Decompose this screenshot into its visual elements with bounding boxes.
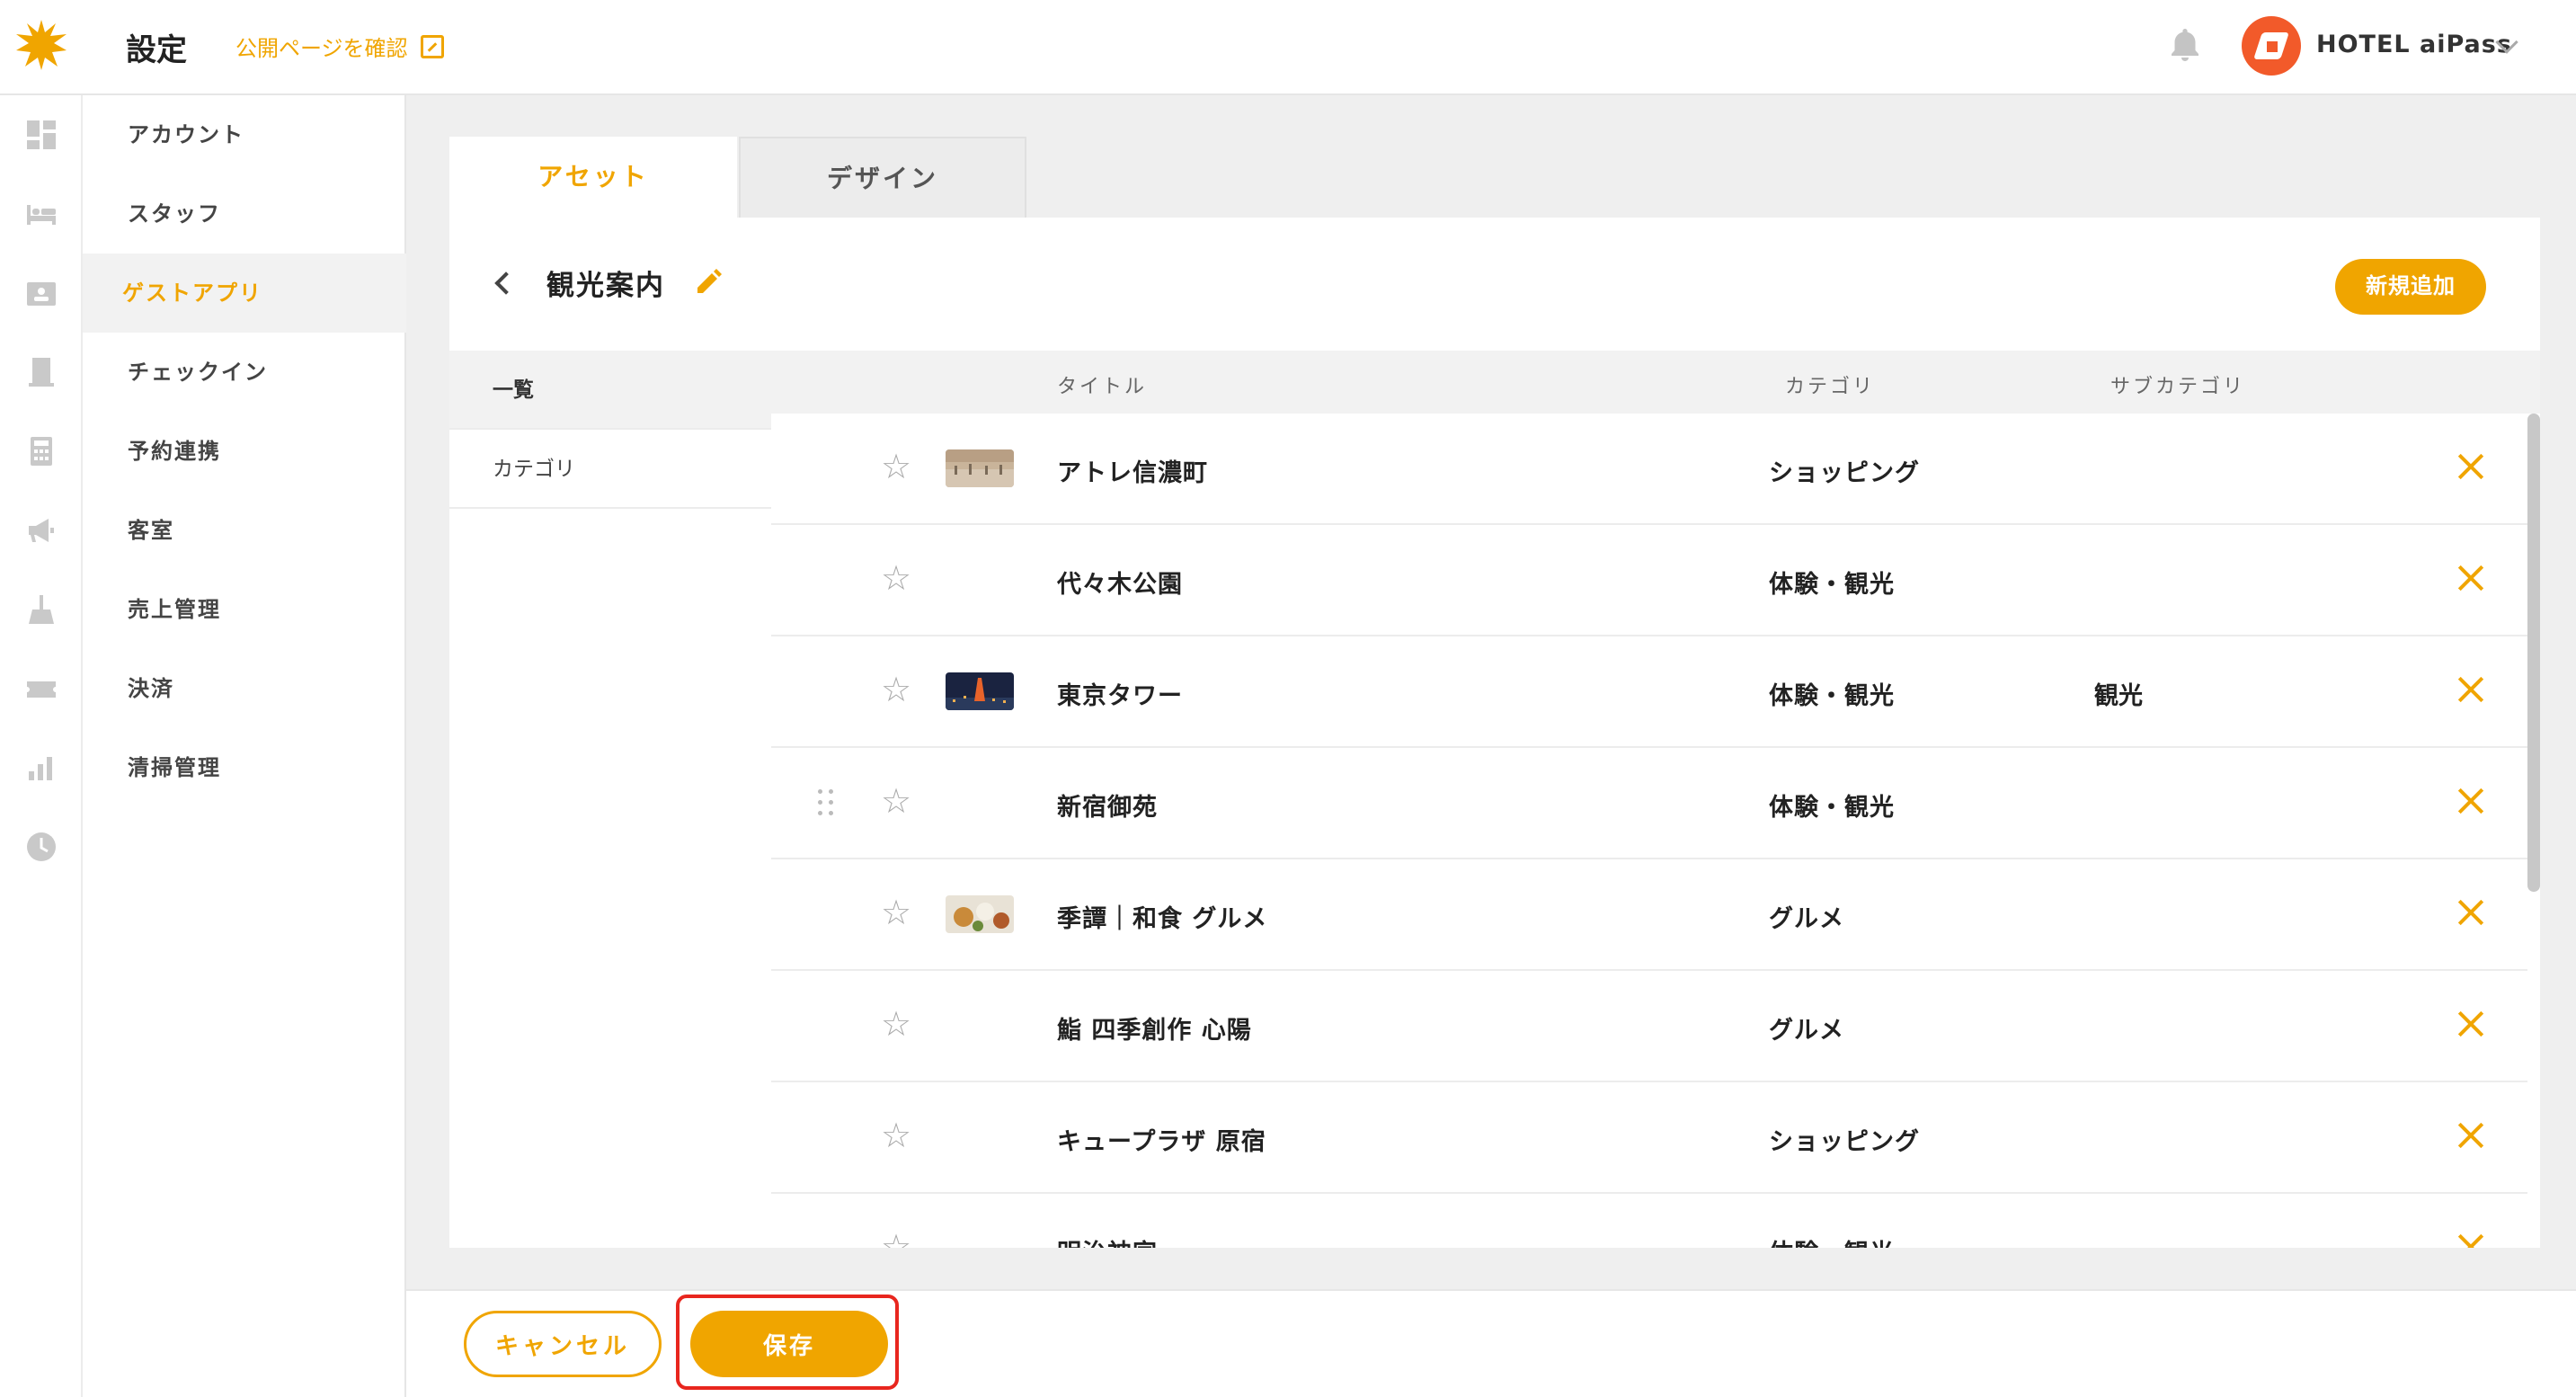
asset-subnav: 一覧 カテゴリ bbox=[449, 351, 771, 1248]
row-category: 体験・観光 bbox=[1769, 1233, 1895, 1248]
row-subcategory: 観光 bbox=[2094, 682, 2143, 710]
delete-icon[interactable] bbox=[2457, 787, 2484, 814]
row-title: アトレ信濃町 bbox=[1057, 459, 1208, 487]
table-row[interactable]: ☆ 新宿御苑 体験・観光 bbox=[771, 748, 2527, 859]
external-link-icon bbox=[420, 34, 444, 58]
hotel-name[interactable]: HOTEL aiPass bbox=[2316, 31, 2512, 58]
row-category: グルメ bbox=[1769, 905, 1844, 933]
hotel-logo-icon[interactable] bbox=[2242, 16, 2301, 76]
star-icon[interactable]: ☆ bbox=[881, 1007, 911, 1041]
row-category: 体験・観光 bbox=[1769, 682, 1895, 710]
cancel-button[interactable]: キャンセル bbox=[464, 1311, 662, 1377]
bell-icon[interactable] bbox=[2169, 27, 2201, 63]
star-icon[interactable]: ☆ bbox=[881, 672, 911, 707]
nav-item-cleaning[interactable]: 清掃管理 bbox=[83, 728, 406, 807]
bar-chart-icon[interactable] bbox=[25, 752, 58, 784]
table-scrollbar[interactable] bbox=[2527, 414, 2540, 892]
column-header-category: カテゴリ bbox=[1785, 376, 1876, 398]
table-row[interactable]: ☆ 代々木公園 体験・観光 bbox=[771, 525, 2527, 636]
clock-icon[interactable] bbox=[25, 831, 58, 863]
dashboard-icon[interactable] bbox=[25, 119, 58, 151]
row-title: 季譚｜和食 グルメ bbox=[1057, 905, 1268, 933]
nav-item-guest-app[interactable]: ゲストアプリ bbox=[83, 254, 406, 333]
delete-icon[interactable] bbox=[2457, 899, 2484, 926]
delete-icon[interactable] bbox=[2457, 1010, 2484, 1037]
card-header: 観光案内 新規追加 bbox=[449, 218, 2540, 351]
drag-handle-icon[interactable] bbox=[818, 789, 838, 818]
table-row[interactable]: ☆ キュープラザ 原宿 ショッピング bbox=[771, 1082, 2527, 1194]
nav-item-reservation-sync[interactable]: 予約連携 bbox=[83, 412, 406, 491]
star-icon[interactable]: ☆ bbox=[881, 561, 911, 595]
row-title: キュープラザ 原宿 bbox=[1057, 1128, 1266, 1156]
thumbnail-image bbox=[946, 672, 1014, 710]
row-title: 代々木公園 bbox=[1057, 571, 1183, 599]
table-row[interactable]: ☆ 東京タワー 体験・観光 観光 bbox=[771, 636, 2527, 748]
delete-icon[interactable] bbox=[2457, 1233, 2484, 1248]
table-header: タイトル カテゴリ サブカテゴリ bbox=[771, 351, 2540, 414]
delete-icon[interactable] bbox=[2457, 565, 2484, 592]
back-chevron-icon[interactable] bbox=[494, 271, 518, 295]
column-header-title: タイトル bbox=[1057, 376, 1148, 398]
thumbnail-image bbox=[946, 895, 1014, 933]
settings-nav: アカウント スタッフ ゲストアプリ チェックイン 予約連携 客室 売上管理 決済… bbox=[83, 95, 406, 1397]
row-category: ショッピング bbox=[1769, 459, 1920, 487]
public-page-link[interactable]: 公開ページを確認 bbox=[235, 31, 444, 62]
asset-card: 観光案内 新規追加 一覧 カテゴリ タイトル カテゴリ サブカテゴリ ☆ アトレ… bbox=[449, 218, 2540, 1248]
bed-icon[interactable] bbox=[25, 198, 58, 230]
cleaning-icon[interactable] bbox=[25, 593, 58, 626]
row-category: ショッピング bbox=[1769, 1128, 1920, 1156]
nav-item-checkin[interactable]: チェックイン bbox=[83, 333, 406, 412]
thumbnail-image bbox=[946, 449, 1014, 487]
star-icon[interactable]: ☆ bbox=[881, 1118, 911, 1152]
delete-icon[interactable] bbox=[2457, 453, 2484, 480]
nav-item-payment[interactable]: 決済 bbox=[83, 649, 406, 728]
app-logo-icon[interactable] bbox=[16, 20, 67, 70]
subnav-item-category[interactable]: カテゴリ bbox=[449, 430, 771, 509]
star-icon[interactable]: ☆ bbox=[881, 1230, 911, 1248]
building-icon[interactable] bbox=[25, 356, 58, 388]
star-icon[interactable]: ☆ bbox=[881, 895, 911, 930]
pencil-icon[interactable] bbox=[694, 266, 724, 297]
contacts-icon[interactable] bbox=[25, 277, 58, 309]
row-title: 鮨 四季創作 心陽 bbox=[1057, 1017, 1252, 1045]
page-title: 設定 bbox=[126, 32, 187, 68]
asset-table: タイトル カテゴリ サブカテゴリ ☆ アトレ信濃町 ショッピング ☆ 代々木公園… bbox=[771, 351, 2540, 1248]
nav-item-account[interactable]: アカウント bbox=[83, 95, 406, 174]
row-category: グルメ bbox=[1769, 1017, 1844, 1045]
nav-item-rooms[interactable]: 客室 bbox=[83, 491, 406, 570]
nav-item-staff[interactable]: スタッフ bbox=[83, 174, 406, 254]
save-button[interactable]: 保存 bbox=[690, 1311, 888, 1377]
megaphone-icon[interactable] bbox=[25, 514, 58, 547]
ticket-icon[interactable] bbox=[25, 672, 58, 705]
row-category: 体験・観光 bbox=[1769, 571, 1895, 599]
delete-icon[interactable] bbox=[2457, 676, 2484, 703]
row-title: 東京タワー bbox=[1057, 682, 1183, 710]
delete-icon[interactable] bbox=[2457, 1122, 2484, 1149]
table-row[interactable]: ☆ 鮨 四季創作 心陽 グルメ bbox=[771, 971, 2527, 1082]
table-row[interactable]: ☆ 季譚｜和食 グルメ グルメ bbox=[771, 859, 2527, 971]
row-category: 体験・観光 bbox=[1769, 794, 1895, 822]
row-title: 新宿御苑 bbox=[1057, 794, 1158, 822]
tab-asset[interactable]: アセット bbox=[449, 137, 737, 218]
public-page-link-label: 公開ページを確認 bbox=[235, 36, 408, 61]
section-title: 観光案内 bbox=[546, 270, 665, 302]
add-new-button[interactable]: 新規追加 bbox=[2335, 259, 2486, 315]
subnav-item-list[interactable]: 一覧 bbox=[449, 351, 771, 430]
top-bar: 設定 公開ページを確認 HOTEL aiPass bbox=[0, 0, 2576, 95]
star-icon[interactable]: ☆ bbox=[881, 449, 911, 484]
calculator-icon[interactable] bbox=[25, 435, 58, 467]
row-title: 明治神宮 bbox=[1057, 1233, 1158, 1248]
table-body: ☆ アトレ信濃町 ショッピング ☆ 代々木公園 体験・観光 ☆ 東京タワー 体験… bbox=[771, 414, 2527, 1248]
nav-item-sales[interactable]: 売上管理 bbox=[83, 570, 406, 649]
icon-rail bbox=[0, 95, 83, 1397]
tab-design[interactable]: デザイン bbox=[739, 137, 1026, 218]
star-icon[interactable]: ☆ bbox=[881, 784, 911, 818]
table-row[interactable]: ☆ 明治神宮 体験・観光 bbox=[771, 1194, 2527, 1248]
table-row[interactable]: ☆ アトレ信濃町 ショッピング bbox=[771, 414, 2527, 525]
column-header-subcategory: サブカテゴリ bbox=[2110, 376, 2246, 398]
